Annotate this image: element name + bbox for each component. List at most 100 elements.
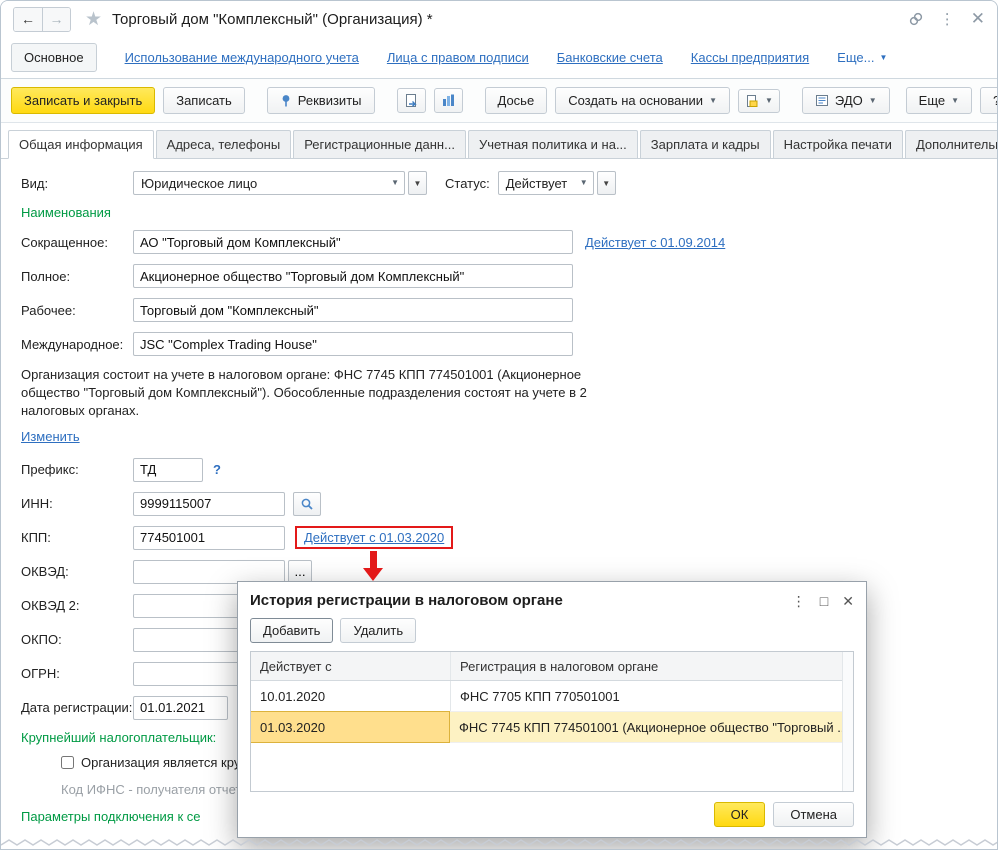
tab-print-settings[interactable]: Настройка печати [773, 130, 903, 159]
kebab-menu-icon[interactable]: ⋮ [940, 10, 955, 28]
okved-label: ОКВЭД: [21, 564, 133, 579]
dialog-kebab-menu-icon[interactable]: ⋮ [792, 594, 806, 608]
edo-button[interactable]: ЭДО ▼ [802, 87, 890, 114]
full-name-input[interactable] [133, 264, 573, 288]
short-name-label: Сокращенное: [21, 235, 133, 250]
table-cell-date: 10.01.2020 [251, 681, 451, 711]
forward-button[interactable]: → [42, 8, 70, 31]
working-name-input[interactable] [133, 298, 573, 322]
full-name-label: Полное: [21, 269, 133, 284]
names-section-header: Наименования [21, 205, 997, 220]
table-header-registration[interactable]: Регистрация в налоговом органе [451, 652, 853, 680]
report-columns-icon [441, 93, 456, 108]
okved-choose-button[interactable]: ... [288, 560, 312, 584]
document-icon-button[interactable] [397, 88, 426, 113]
inn-input[interactable] [133, 492, 285, 516]
status-choose-button[interactable]: ▼ [597, 171, 616, 195]
save-and-close-button[interactable]: Записать и закрыть [11, 87, 155, 114]
inn-check-button[interactable] [293, 492, 321, 516]
save-button[interactable]: Записать [163, 87, 245, 114]
more-button[interactable]: Еще ▼ [906, 87, 972, 114]
prefix-input[interactable] [133, 458, 203, 482]
annotation-arrow [363, 551, 383, 581]
nav-link-international-accounting[interactable]: Использование международного учета [125, 50, 359, 65]
app-window: ← → ★ Торговый дом "Комплексный" (Органи… [0, 0, 998, 850]
magnifier-icon [300, 497, 314, 511]
nav-link-bank-accounts[interactable]: Банковские счета [557, 50, 663, 65]
add-button[interactable]: Добавить [250, 618, 333, 643]
cancel-button[interactable]: Отмена [773, 802, 854, 827]
window-title: Торговый дом "Комплексный" (Организация)… [112, 11, 433, 28]
torn-edge-path [1, 840, 998, 845]
ogrn-label: ОГРН: [21, 666, 133, 681]
requisites-button[interactable]: Реквизиты [267, 87, 375, 114]
dossier-button[interactable]: Досье [485, 87, 548, 114]
table-row-selected[interactable]: 01.03.2020 ФНС 7745 КПП 774501001 (Акцио… [251, 712, 853, 743]
dialog-close-icon[interactable]: ✕ [842, 594, 854, 608]
short-name-history-link[interactable]: Действует с 01.09.2014 [585, 235, 725, 250]
ok-button[interactable]: ОК [714, 802, 766, 827]
okved-input[interactable] [133, 560, 285, 584]
get-link-icon[interactable] [908, 11, 924, 27]
nav-link-cash-desks[interactable]: Кассы предприятия [691, 50, 809, 65]
document-icon [404, 93, 419, 108]
tab-registration-data[interactable]: Регистрационные данн... [293, 130, 466, 159]
tab-general-info[interactable]: Общая информация [8, 130, 154, 159]
kind-choose-button[interactable]: ▼ [408, 171, 427, 195]
chevron-down-icon: ▼ [391, 179, 399, 187]
chevron-down-icon: ▼ [414, 179, 422, 188]
create-based-on-button[interactable]: Создать на основании ▼ [555, 87, 730, 114]
dialog-toolbar: Добавить Удалить [238, 614, 866, 649]
status-value: Действует [506, 176, 567, 191]
table-row[interactable]: 10.01.2020 ФНС 7705 КПП 770501001 [251, 681, 853, 712]
more-label: Еще [919, 93, 945, 108]
chevron-down-icon: ▼ [869, 97, 877, 105]
window-actions: ⋮ ✕ [908, 9, 985, 29]
attachments-dropdown-button[interactable]: ▼ [738, 89, 780, 113]
delete-button[interactable]: Удалить [340, 618, 416, 643]
help-button[interactable]: ? [980, 87, 998, 114]
requisites-label: Реквизиты [298, 93, 362, 108]
nav-more-label: Еще... [837, 50, 874, 65]
kpp-input[interactable] [133, 526, 285, 550]
nav-link-signatories[interactable]: Лица с правом подписи [387, 50, 529, 65]
prefix-help-link[interactable]: ? [213, 462, 221, 477]
favorite-star-icon[interactable]: ★ [85, 8, 102, 31]
prefix-label: Префикс: [21, 462, 133, 477]
edo-label: ЭДО [835, 93, 863, 108]
tab-additional[interactable]: Дополнительно [905, 130, 998, 159]
short-name-input[interactable] [133, 230, 573, 254]
chevron-down-icon: ▼ [580, 179, 588, 187]
change-link[interactable]: Изменить [21, 429, 80, 444]
close-icon[interactable]: ✕ [971, 9, 985, 29]
tab-accounting-policy[interactable]: Учетная политика и на... [468, 130, 638, 159]
report-columns-icon-button[interactable] [434, 88, 463, 113]
back-icon: ← [21, 11, 35, 27]
table-scrollbar[interactable] [842, 652, 853, 791]
table-header-date[interactable]: Действует с [251, 652, 451, 680]
edo-icon [815, 94, 829, 107]
kpp-label: КПП: [21, 530, 133, 545]
largest-taxpayer-checkbox[interactable] [61, 756, 74, 769]
dialog-maximize-icon[interactable]: □ [820, 594, 828, 608]
section-navbar: Основное Использование международного уч… [1, 37, 997, 79]
tab-addresses[interactable]: Адреса, телефоны [156, 130, 292, 159]
tax-registration-info-text: Организация состоит на учете в налоговом… [21, 366, 611, 421]
requisites-pin-icon [280, 94, 292, 107]
annotation-highlight-box: Действует с 01.03.2020 [295, 526, 453, 549]
nav-more-menu[interactable]: Еще... ▼ [837, 50, 887, 65]
largest-taxpayer-checkbox-label: Организация является крупн [81, 755, 255, 770]
back-button[interactable]: ← [14, 8, 42, 31]
table-cell-date: 01.03.2020 [250, 711, 450, 743]
create-based-on-label: Создать на основании [568, 93, 703, 108]
kind-select[interactable]: Юридическое лицо ▼ [133, 171, 405, 195]
dialog-footer: ОК Отмена [238, 794, 866, 837]
nav-main-section[interactable]: Основное [11, 43, 97, 72]
tab-payroll-hr[interactable]: Зарплата и кадры [640, 130, 771, 159]
international-name-input[interactable] [133, 332, 573, 356]
status-select[interactable]: Действует ▼ [498, 171, 594, 195]
history-nav: ← → [13, 7, 71, 32]
kpp-history-link[interactable]: Действует с 01.03.2020 [304, 530, 444, 545]
dialog-title: История регистрации в налоговом органе [250, 592, 792, 609]
registration-date-input[interactable] [133, 696, 228, 720]
